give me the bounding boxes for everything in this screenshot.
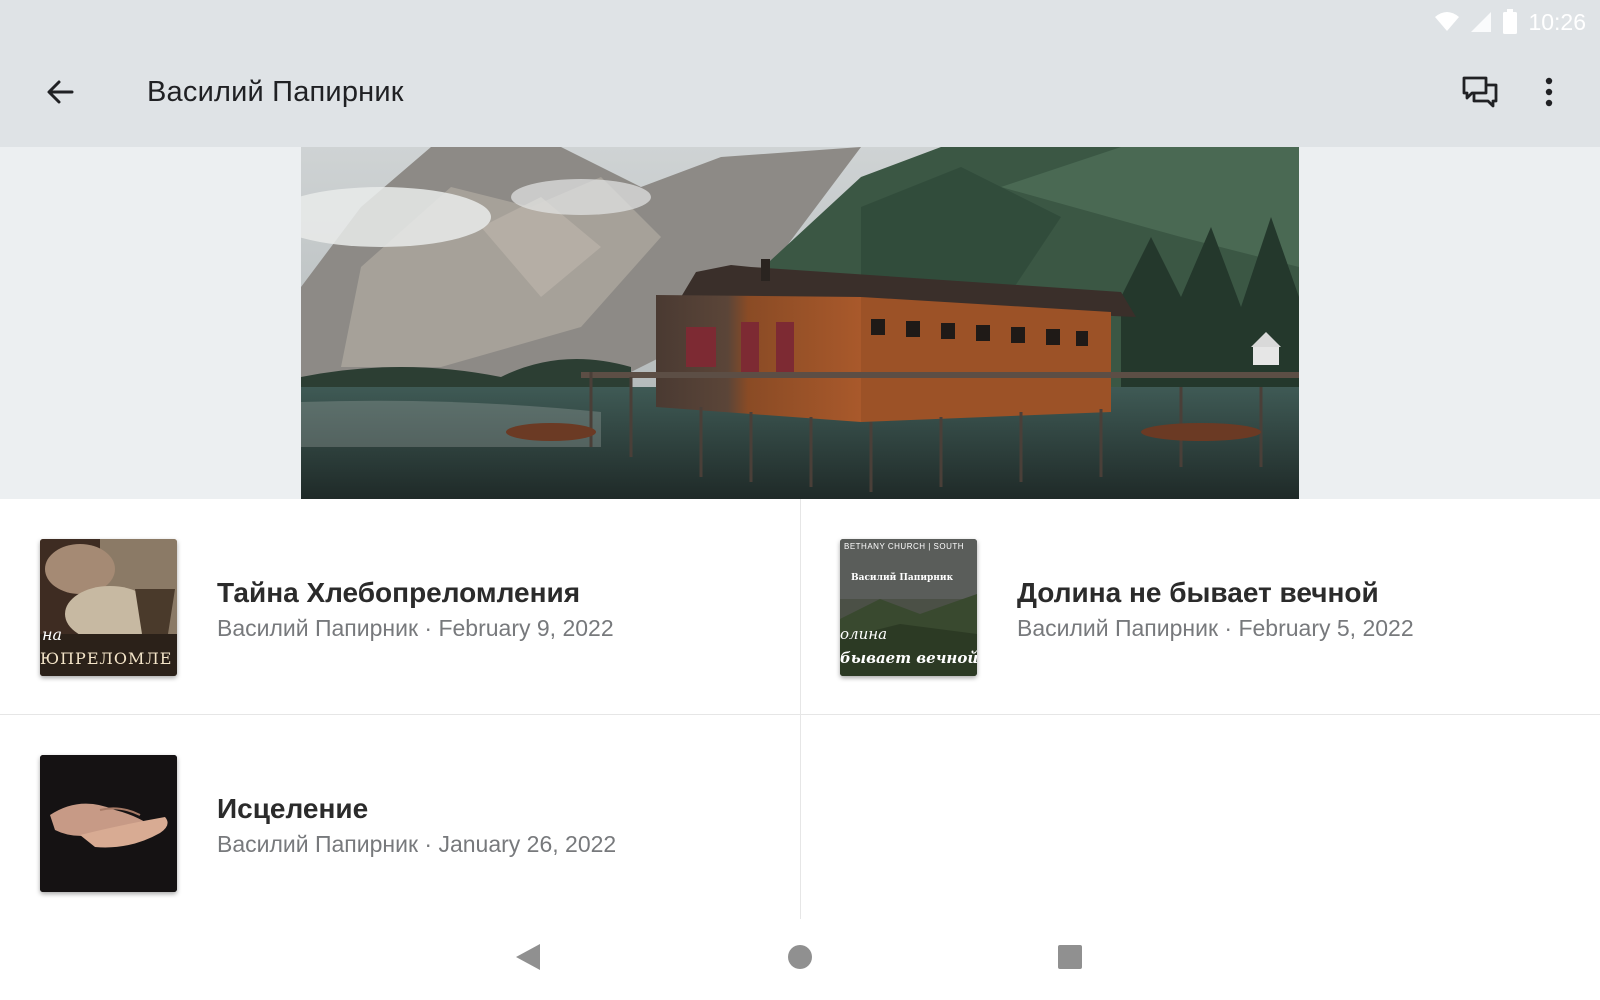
- sermon-title-2: Долина не бывает вечной: [1017, 577, 1379, 608]
- back-button[interactable]: [36, 70, 84, 118]
- thumb-header-2: BETHANY CHURCH | SOUTH: [844, 542, 965, 551]
- chat-icon: [1462, 76, 1498, 113]
- sermon-card-2[interactable]: BETHANY CHURCH | SOUTH Василий Папирник …: [800, 499, 1600, 714]
- thumb-caption-bottom-1: ЮПРЕЛОМЛЕ: [40, 649, 173, 668]
- thumb-author-2: Василий Папирник: [851, 573, 954, 583]
- sermon-grid: на ЮПРЕЛОМЛЕ Тайна Хлебопреломления Васи…: [0, 499, 1600, 919]
- status-bar: 10:26: [0, 0, 1600, 44]
- signal-icon: [1470, 11, 1492, 33]
- sermon-card-3[interactable]: Исцеление Василий Папирник · January 26,…: [0, 715, 800, 930]
- battery-icon: [1502, 9, 1518, 35]
- nav-back-button[interactable]: [498, 929, 558, 989]
- banner-area: [0, 147, 1600, 499]
- more-vert-icon: [1544, 77, 1554, 112]
- sermon-thumbnail-1: на ЮПРЕЛОМЛЕ: [40, 539, 177, 676]
- sermon-title-1: Тайна Хлебопреломления: [217, 577, 581, 608]
- sermon-meta-1: Василий Папирник · February 9, 2022: [217, 615, 614, 641]
- status-time: 10:26: [1528, 8, 1586, 35]
- nav-recents-button[interactable]: [1040, 929, 1100, 989]
- system-nav-bar: [0, 919, 1600, 1000]
- sermon-meta-3: Василий Папирник · January 26, 2022: [217, 831, 617, 857]
- more-options-button[interactable]: [1525, 70, 1573, 118]
- nav-home-icon: [787, 944, 813, 975]
- nav-recents-icon: [1057, 944, 1083, 975]
- thumb-caption-top-2: олина: [840, 625, 888, 643]
- thumb-caption-bottom-2: бывает вечной: [840, 649, 977, 667]
- sermon-title-3: Исцеление: [217, 793, 369, 824]
- sermon-thumbnail-2: BETHANY CHURCH | SOUTH Василий Папирник …: [840, 539, 977, 676]
- page-title: Василий Папирник: [147, 76, 404, 108]
- wifi-icon: [1434, 11, 1460, 33]
- app-bar: Василий Папирник: [0, 44, 1600, 147]
- sermon-thumbnail-3: [40, 755, 177, 892]
- chat-button[interactable]: [1456, 70, 1504, 118]
- nav-back-icon: [514, 942, 542, 977]
- sermon-card-1[interactable]: на ЮПРЕЛОМЛЕ Тайна Хлебопреломления Васи…: [0, 499, 800, 714]
- nav-home-button[interactable]: [770, 929, 830, 989]
- banner-image: [301, 147, 1299, 499]
- arrow-back-icon: [45, 77, 75, 112]
- thumb-caption-top-1: на: [42, 625, 63, 644]
- status-icons: 10:26: [1434, 8, 1586, 36]
- sermon-meta-2: Василий Папирник · February 5, 2022: [1017, 615, 1414, 641]
